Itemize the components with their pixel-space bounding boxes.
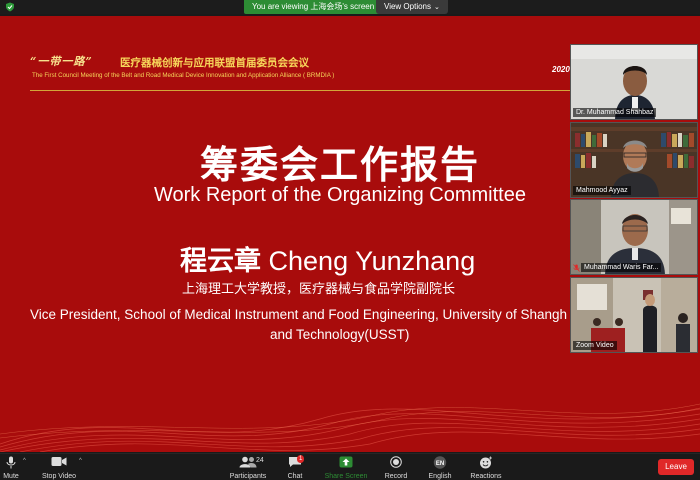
language-interpretation-button[interactable]: EN English [424, 454, 456, 480]
language-icon-text: EN [436, 461, 444, 467]
record-icon [390, 456, 402, 468]
smiley-icon [480, 456, 492, 469]
mute-options-caret[interactable]: ^ [23, 458, 26, 464]
conference-title-en: The First Council Meeting of the Belt an… [32, 72, 335, 79]
belt-road-logo: “一带一路” [30, 55, 93, 68]
speaker-name: 程云章 Cheng Yunzhang [180, 239, 475, 278]
reactions-label: Reactions [470, 473, 502, 480]
participant-video-1[interactable]: Dr. Muhammad Shahbaz [570, 44, 698, 120]
stop-video-button[interactable]: Stop Video [40, 454, 78, 480]
mute-button[interactable]: Mute [0, 454, 22, 480]
participant-name: Zoom Video [573, 341, 617, 350]
video-camera-icon [51, 457, 67, 466]
affiliation-cn: 上海理工大学教授，医疗器械与食品学院副院长 [182, 281, 456, 296]
video-options-caret[interactable]: ^ [79, 458, 82, 464]
participants-count: 24 [256, 457, 264, 464]
chevron-down-icon: ⌄ [434, 4, 440, 11]
microphone-icon [6, 456, 16, 469]
decorative-waves [0, 403, 700, 452]
participant-video-2[interactable]: Mahmood Ayyaz [570, 122, 698, 198]
share-screen-label: Share Screen [324, 473, 368, 480]
shield-icon [6, 2, 14, 12]
chat-button[interactable]: Chat [282, 454, 308, 480]
participant-name: Mahmood Ayyaz [573, 186, 631, 195]
participant-name: Muhammad Waris Far... [581, 263, 662, 272]
participants-label: Participants [229, 473, 267, 480]
meeting-toolbar: Mute ^ Stop Video ^ Participants 24 Chat… [0, 453, 700, 480]
mute-label: Mute [3, 473, 19, 480]
participant-video-4[interactable]: Zoom Video [570, 277, 698, 353]
record-button[interactable]: Record [382, 454, 410, 480]
leave-button[interactable]: Leave [658, 459, 694, 475]
share-screen-button[interactable]: Share Screen [323, 454, 369, 480]
chat-label: Chat [287, 473, 303, 480]
english-label: English [428, 473, 452, 480]
conference-title-cn: 医疗器械创新与应用联盟首届委员会会议 [120, 57, 309, 69]
view-options-label: View Options [384, 2, 431, 11]
reactions-button[interactable]: Reactions [468, 454, 504, 480]
speaker-name-cn: 程云章 [180, 246, 261, 276]
participant-video-3[interactable]: Muhammad Waris Far... [570, 199, 698, 275]
mic-off-icon [573, 264, 580, 272]
top-bar: You are viewing 上海会场's screen View Optio… [0, 0, 700, 14]
participant-name: Dr. Muhammad Shahbaz [573, 108, 657, 117]
speaker-name-en: Cheng Yunzhang [268, 246, 476, 276]
share-screen-icon [339, 456, 353, 468]
record-label: Record [384, 473, 408, 480]
stop-video-label: Stop Video [41, 473, 77, 480]
language-icon: EN [433, 456, 447, 469]
view-options-button[interactable]: View Options ⌄ [376, 0, 448, 14]
affiliation-en-line2: and Technology(USST) [270, 327, 410, 342]
viewing-screen-banner: You are viewing 上海会场's screen [244, 0, 383, 14]
participants-icon [239, 456, 257, 468]
header-divider [30, 90, 590, 91]
affiliation-en-line1: Vice President, School of Medical Instru… [30, 307, 568, 322]
